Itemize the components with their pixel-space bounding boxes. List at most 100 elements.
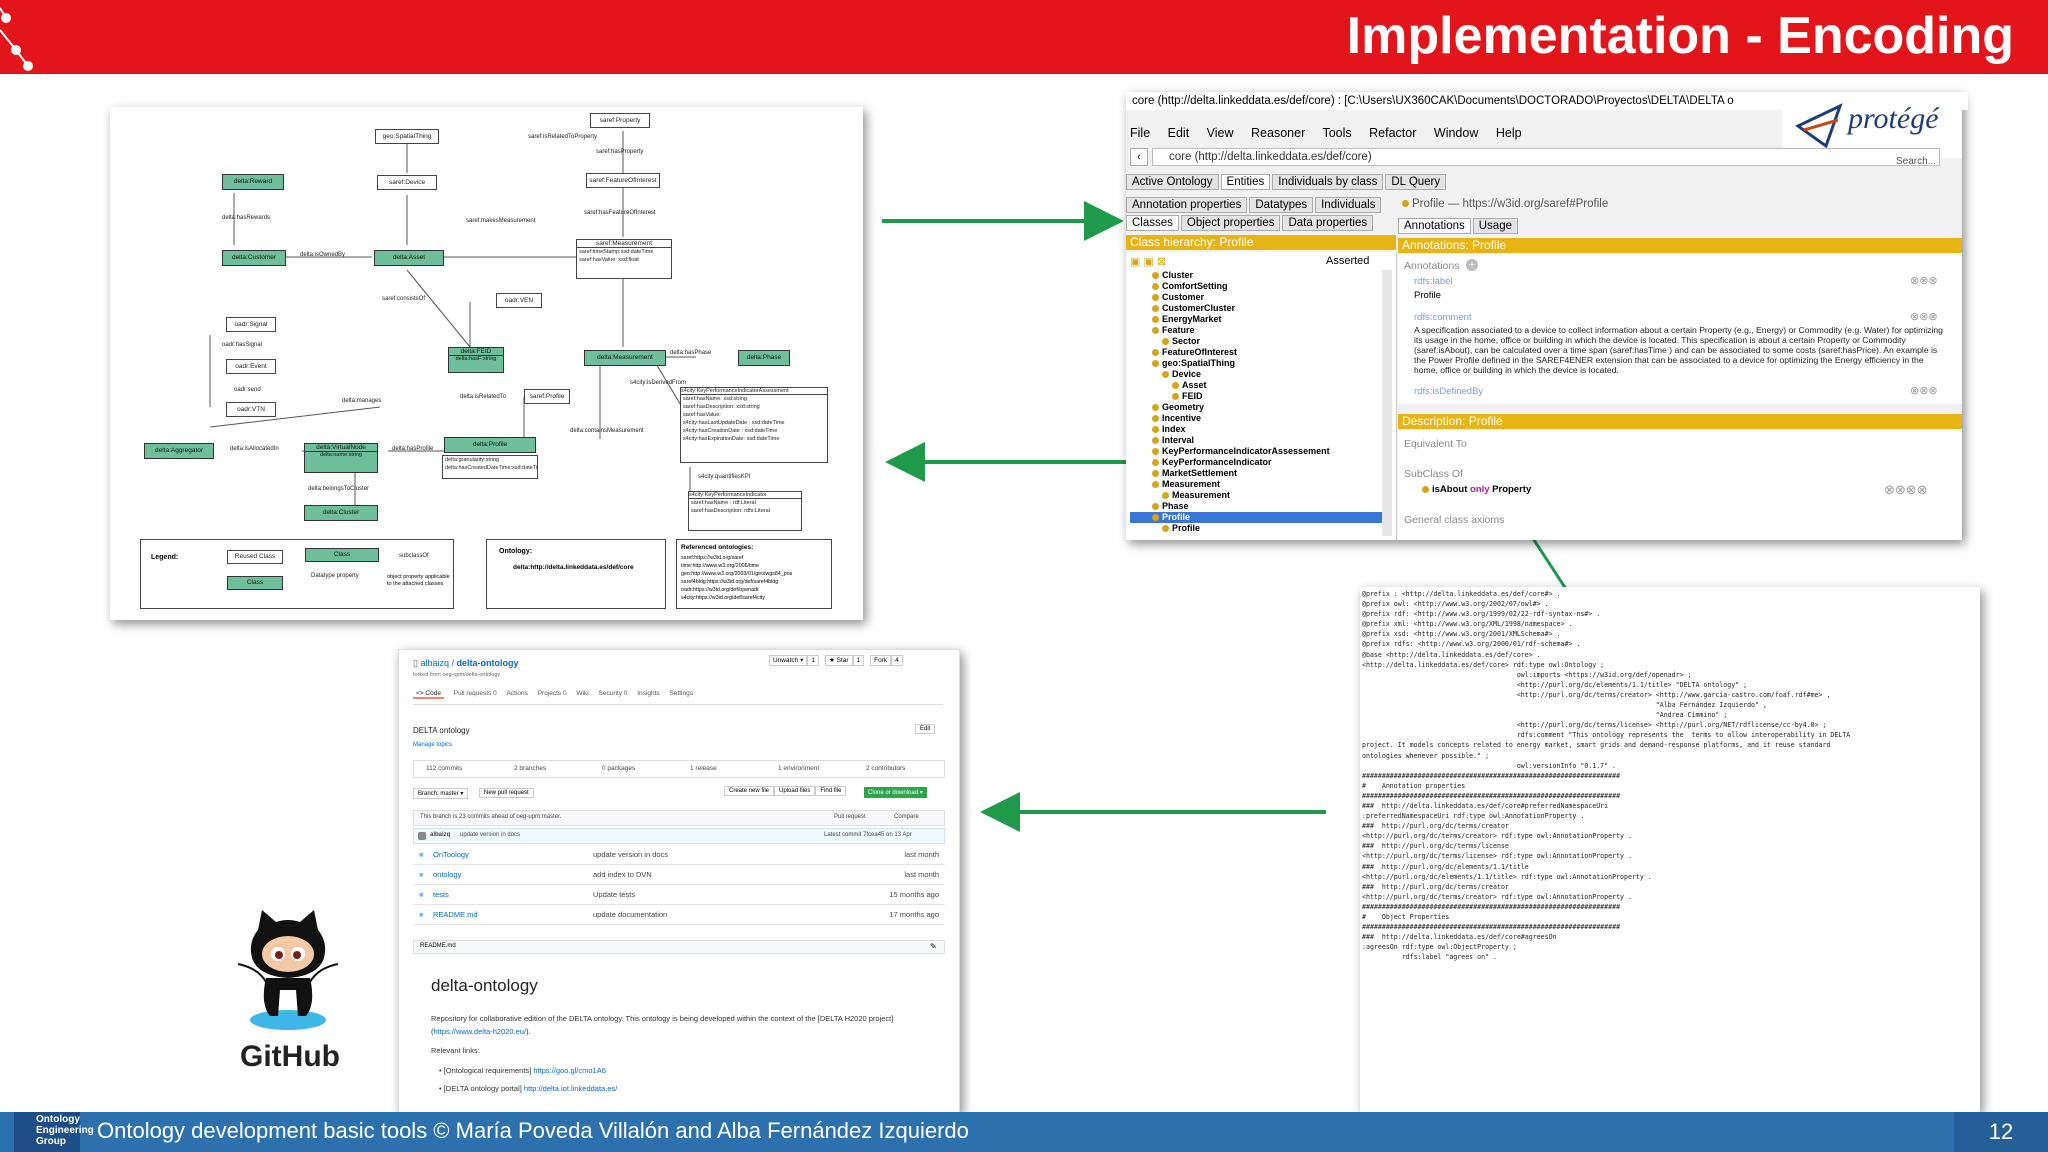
star-button[interactable]: ★ Star <box>824 655 853 666</box>
menu-file[interactable]: File <box>1130 126 1150 140</box>
upload-files-button[interactable]: Upload files <box>774 786 816 796</box>
class-tree-item[interactable]: Geometry <box>1130 402 1382 413</box>
nav-security[interactable]: Security 0 <box>599 690 628 697</box>
menu-window[interactable]: Window <box>1434 126 1478 140</box>
readme-link[interactable]: https://www.delta-h2020.eu/ <box>434 1027 527 1036</box>
pull-request-link[interactable]: Pull request <box>834 814 866 820</box>
back-button[interactable]: ‹ <box>1130 148 1148 166</box>
nav-insights[interactable]: Insights <box>637 690 659 697</box>
repo-stat[interactable]: 112 commits <box>426 765 462 772</box>
tab-active-ontology[interactable]: Active Ontology <box>1126 174 1219 190</box>
menu-view[interactable]: View <box>1207 126 1234 140</box>
class-tree-item[interactable]: Profile <box>1130 523 1382 534</box>
tab-annotations[interactable]: Annotations <box>1398 218 1471 234</box>
add-annotation-icon[interactable]: + <box>1466 259 1478 271</box>
tab-data-properties[interactable]: Data properties <box>1282 215 1374 231</box>
asserted-select[interactable]: Asserted <box>1326 255 1369 267</box>
tab-classes[interactable]: Classes <box>1126 215 1179 231</box>
find-file-button[interactable]: Find file <box>815 786 847 796</box>
address-field[interactable]: core (http://delta.linkeddata.es/def/cor… <box>1152 148 1940 166</box>
nav-actions[interactable]: Actions <box>507 690 528 697</box>
class-tree-item[interactable]: Incentive <box>1130 413 1382 424</box>
class-tree-item[interactable]: MarketSettlement <box>1130 468 1382 479</box>
class-tree-item[interactable]: Interval <box>1130 435 1382 446</box>
tab-annotation-properties[interactable]: Annotation properties <box>1126 197 1248 213</box>
watch-button[interactable]: Unwatch ▾ <box>769 655 808 666</box>
tab-entities[interactable]: Entities <box>1220 174 1271 190</box>
menu-help[interactable]: Help <box>1496 126 1522 140</box>
class-tree-item[interactable]: Sector <box>1130 336 1382 347</box>
menu-reasoner[interactable]: Reasoner <box>1251 126 1305 140</box>
file-name[interactable]: ontology <box>433 870 461 879</box>
class-tree-item[interactable]: EnergyMarket <box>1130 314 1382 325</box>
tab-datatypes[interactable]: Datatypes <box>1249 197 1314 213</box>
class-tree-item[interactable]: geo:SpatialThing <box>1130 358 1382 369</box>
defined-action-icons[interactable]: ⊗⊗⊗ <box>1910 384 1938 397</box>
class-tree-item[interactable]: KeyPerformanceIndicatorAssessement <box>1130 446 1382 457</box>
class-tree-item[interactable]: Feature <box>1130 325 1382 336</box>
repo-name[interactable]: delta-ontology <box>457 658 519 668</box>
tab-individuals[interactable]: Individuals <box>1315 197 1382 213</box>
search-field[interactable]: Search... <box>1896 156 1936 167</box>
pencil-icon[interactable]: ✎ <box>930 942 937 951</box>
comment-action-icons[interactable]: ⊗⊗⊗ <box>1910 310 1938 323</box>
manage-topics[interactable]: Manage topics <box>413 742 452 748</box>
file-commit-msg[interactable]: add index to DVN <box>593 870 652 879</box>
class-tree-item[interactable]: FeatureOfInterest <box>1130 347 1382 358</box>
link1-url[interactable]: https://goo.gl/cmo1A6 <box>533 1066 606 1075</box>
axiom-action-icons[interactable]: ⊗⊗⊗⊗ <box>1884 482 1928 498</box>
class-tree-item[interactable]: Device <box>1130 369 1382 380</box>
file-name[interactable]: OnToology <box>433 850 469 859</box>
repo-stat[interactable]: 1 release <box>690 765 717 772</box>
annotation-action-icons[interactable]: ⊗⊗⊗ <box>1910 274 1938 287</box>
link2-url[interactable]: http://delta.iot.linkeddata.es/ <box>524 1084 617 1093</box>
class-tree-item[interactable]: CustomerCluster <box>1130 303 1382 314</box>
tab-individuals-by-class[interactable]: Individuals by class <box>1272 174 1384 190</box>
nav-projects[interactable]: Projects 0 <box>538 690 567 697</box>
commit-author[interactable]: albaizq <box>430 832 450 838</box>
create-file-button[interactable]: Create new file <box>724 786 775 796</box>
file-row[interactable]: ■ OnToology update version in docs last mon… <box>413 844 945 865</box>
class-tree-item[interactable]: Cluster <box>1130 270 1382 281</box>
file-commit-msg[interactable]: Update tests <box>593 890 635 899</box>
class-tree-item[interactable]: ComfortSetting <box>1130 281 1382 292</box>
class-tree-item[interactable]: Measurement <box>1130 490 1382 501</box>
fork-button[interactable]: Fork <box>870 655 892 666</box>
repo-owner[interactable]: albaizq <box>420 658 449 668</box>
tab-object-properties[interactable]: Object properties <box>1180 215 1281 231</box>
edit-button[interactable]: Edit <box>915 724 936 734</box>
class-tree-item[interactable]: Measurement <box>1130 479 1382 490</box>
repo-stat[interactable]: 2 branches <box>514 765 546 772</box>
repo-stat[interactable]: 0 packages <box>602 765 635 772</box>
nav-pull-requests[interactable]: Pull requests 0 <box>454 690 497 697</box>
branch-select[interactable]: Branch: master ▾ <box>413 788 469 799</box>
class-tree-item[interactable]: FEID <box>1130 391 1382 402</box>
commit-message[interactable]: update version in docs <box>460 832 520 838</box>
nav-settings[interactable]: Settings <box>669 690 693 697</box>
file-commit-msg[interactable]: update documentation <box>593 910 667 919</box>
repo-stat[interactable]: 2 contributors <box>866 765 905 772</box>
repo-stat[interactable]: 1 environment <box>778 765 819 772</box>
class-tree-item[interactable]: Asset <box>1130 380 1382 391</box>
menu-tools[interactable]: Tools <box>1322 126 1351 140</box>
hierarchy-toolbar-icons[interactable]: ▣ ▣ ⊠ <box>1130 255 1166 268</box>
clone-button[interactable]: Clone or download ▾ <box>864 787 927 798</box>
tab-dl-query[interactable]: DL Query <box>1385 174 1447 190</box>
class-tree-item[interactable]: Index <box>1130 424 1382 435</box>
class-tree-item[interactable]: Phase <box>1130 501 1382 512</box>
file-name[interactable]: tests <box>433 890 449 899</box>
menu-edit[interactable]: Edit <box>1168 126 1190 140</box>
tab-usage[interactable]: Usage <box>1472 218 1518 234</box>
menu-refactor[interactable]: Refactor <box>1369 126 1416 140</box>
file-row[interactable]: ■ tests Update tests 15 months ago <box>413 884 945 905</box>
new-pr-button[interactable]: New pull request <box>479 788 534 798</box>
file-row[interactable]: ■ README.md update documentation 17 months … <box>413 904 945 925</box>
nav-wiki[interactable]: Wiki <box>576 690 588 697</box>
file-commit-msg[interactable]: update version in docs <box>593 850 668 859</box>
nav-code[interactable]: <> Code <box>413 690 444 699</box>
class-tree-item[interactable]: KeyPerformanceIndicator <box>1130 457 1382 468</box>
tree-scrollbar[interactable] <box>1382 270 1392 536</box>
class-tree-item[interactable]: Customer <box>1130 292 1382 303</box>
file-name[interactable]: README.md <box>433 910 478 919</box>
class-tree-item[interactable]: Profile <box>1130 512 1382 523</box>
